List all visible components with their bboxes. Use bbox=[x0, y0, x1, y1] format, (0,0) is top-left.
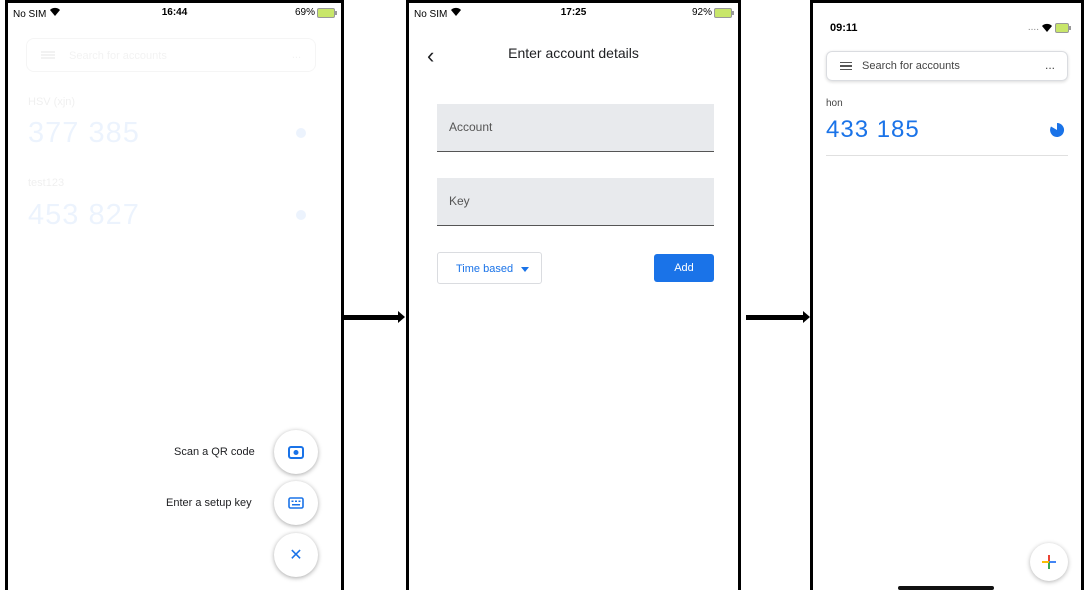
home-indicator[interactable] bbox=[898, 586, 994, 590]
account-name: hon bbox=[826, 98, 843, 109]
more-icon[interactable]: ... bbox=[1045, 58, 1055, 72]
account-code[interactable]: 433 185 bbox=[826, 116, 920, 144]
add-button[interactable]: Add bbox=[654, 254, 714, 282]
battery-indicator: 92% bbox=[692, 7, 734, 18]
chevron-down-icon bbox=[521, 267, 529, 272]
enter-setup-key-button[interactable] bbox=[274, 481, 318, 525]
close-icon: ✕ bbox=[289, 547, 303, 564]
phone-screen-accounts-list: 09:11 .... Search for accounts ... hon 4… bbox=[810, 0, 1084, 590]
account-code[interactable]: 377 385 bbox=[28, 117, 140, 150]
clock: 16:44 bbox=[161, 7, 188, 18]
account-name: HSV (xjn) bbox=[28, 96, 76, 108]
wifi-icon bbox=[451, 7, 462, 17]
key-type-select[interactable]: Time based bbox=[437, 252, 542, 284]
search-placeholder: Search for accounts bbox=[69, 50, 167, 62]
account-placeholder: Account bbox=[449, 120, 493, 134]
enter-setup-key-label[interactable]: Enter a setup key bbox=[166, 497, 252, 509]
search-placeholder: Search for accounts bbox=[862, 60, 960, 72]
battery-indicator: 69% bbox=[295, 7, 337, 18]
divider bbox=[826, 155, 1068, 156]
phone-screen-enter-account-details: No SIM 17:25 92% ‹ Enter account details… bbox=[406, 0, 741, 590]
account-field[interactable]: Account bbox=[437, 104, 714, 152]
account-name: test123 bbox=[28, 177, 65, 189]
flow-arrow bbox=[343, 311, 405, 323]
menu-icon[interactable] bbox=[41, 51, 55, 59]
clock: 09:11 bbox=[830, 22, 858, 34]
carrier-label: No SIM bbox=[414, 7, 462, 20]
scan-qr-button[interactable] bbox=[274, 430, 318, 474]
battery-icon bbox=[714, 7, 734, 18]
timer-pie-icon bbox=[296, 210, 306, 220]
phone-screen-accounts-add-menu: No SIM 16:44 69% Search for accounts ...… bbox=[5, 0, 344, 590]
timer-pie-icon bbox=[296, 128, 306, 138]
status-bar: No SIM 17:25 92% bbox=[409, 7, 738, 21]
page-title: Enter account details bbox=[508, 45, 639, 61]
key-field[interactable]: Key bbox=[437, 178, 714, 226]
add-account-button[interactable] bbox=[1030, 543, 1068, 581]
status-bar: No SIM 16:44 69% bbox=[8, 7, 341, 21]
key-type-value: Time based bbox=[456, 263, 514, 275]
account-code[interactable]: 453 827 bbox=[28, 199, 140, 232]
key-placeholder: Key bbox=[449, 194, 470, 208]
timer-pie-icon bbox=[1050, 122, 1065, 137]
wifi-icon bbox=[1042, 23, 1052, 32]
plus-icon bbox=[1042, 555, 1056, 569]
menu-icon[interactable] bbox=[840, 62, 852, 70]
close-menu-button[interactable]: ✕ bbox=[274, 533, 318, 577]
flow-arrow bbox=[746, 311, 810, 323]
clock: 17:25 bbox=[560, 7, 587, 18]
keyboard-icon bbox=[288, 497, 304, 509]
battery-icon bbox=[1055, 22, 1071, 33]
search-bar[interactable]: Search for accounts ... bbox=[826, 51, 1068, 81]
scan-qr-label[interactable]: Scan a QR code bbox=[174, 446, 255, 458]
carrier-label: No SIM bbox=[13, 7, 61, 20]
status-bar: 09:11 .... bbox=[813, 22, 1081, 36]
wifi-icon bbox=[50, 7, 61, 17]
more-icon[interactable]: ... bbox=[292, 49, 301, 61]
battery-icon bbox=[317, 7, 337, 18]
search-bar[interactable]: Search for accounts ... bbox=[26, 38, 316, 72]
status-icons: .... bbox=[1028, 22, 1071, 33]
camera-icon bbox=[288, 446, 304, 459]
